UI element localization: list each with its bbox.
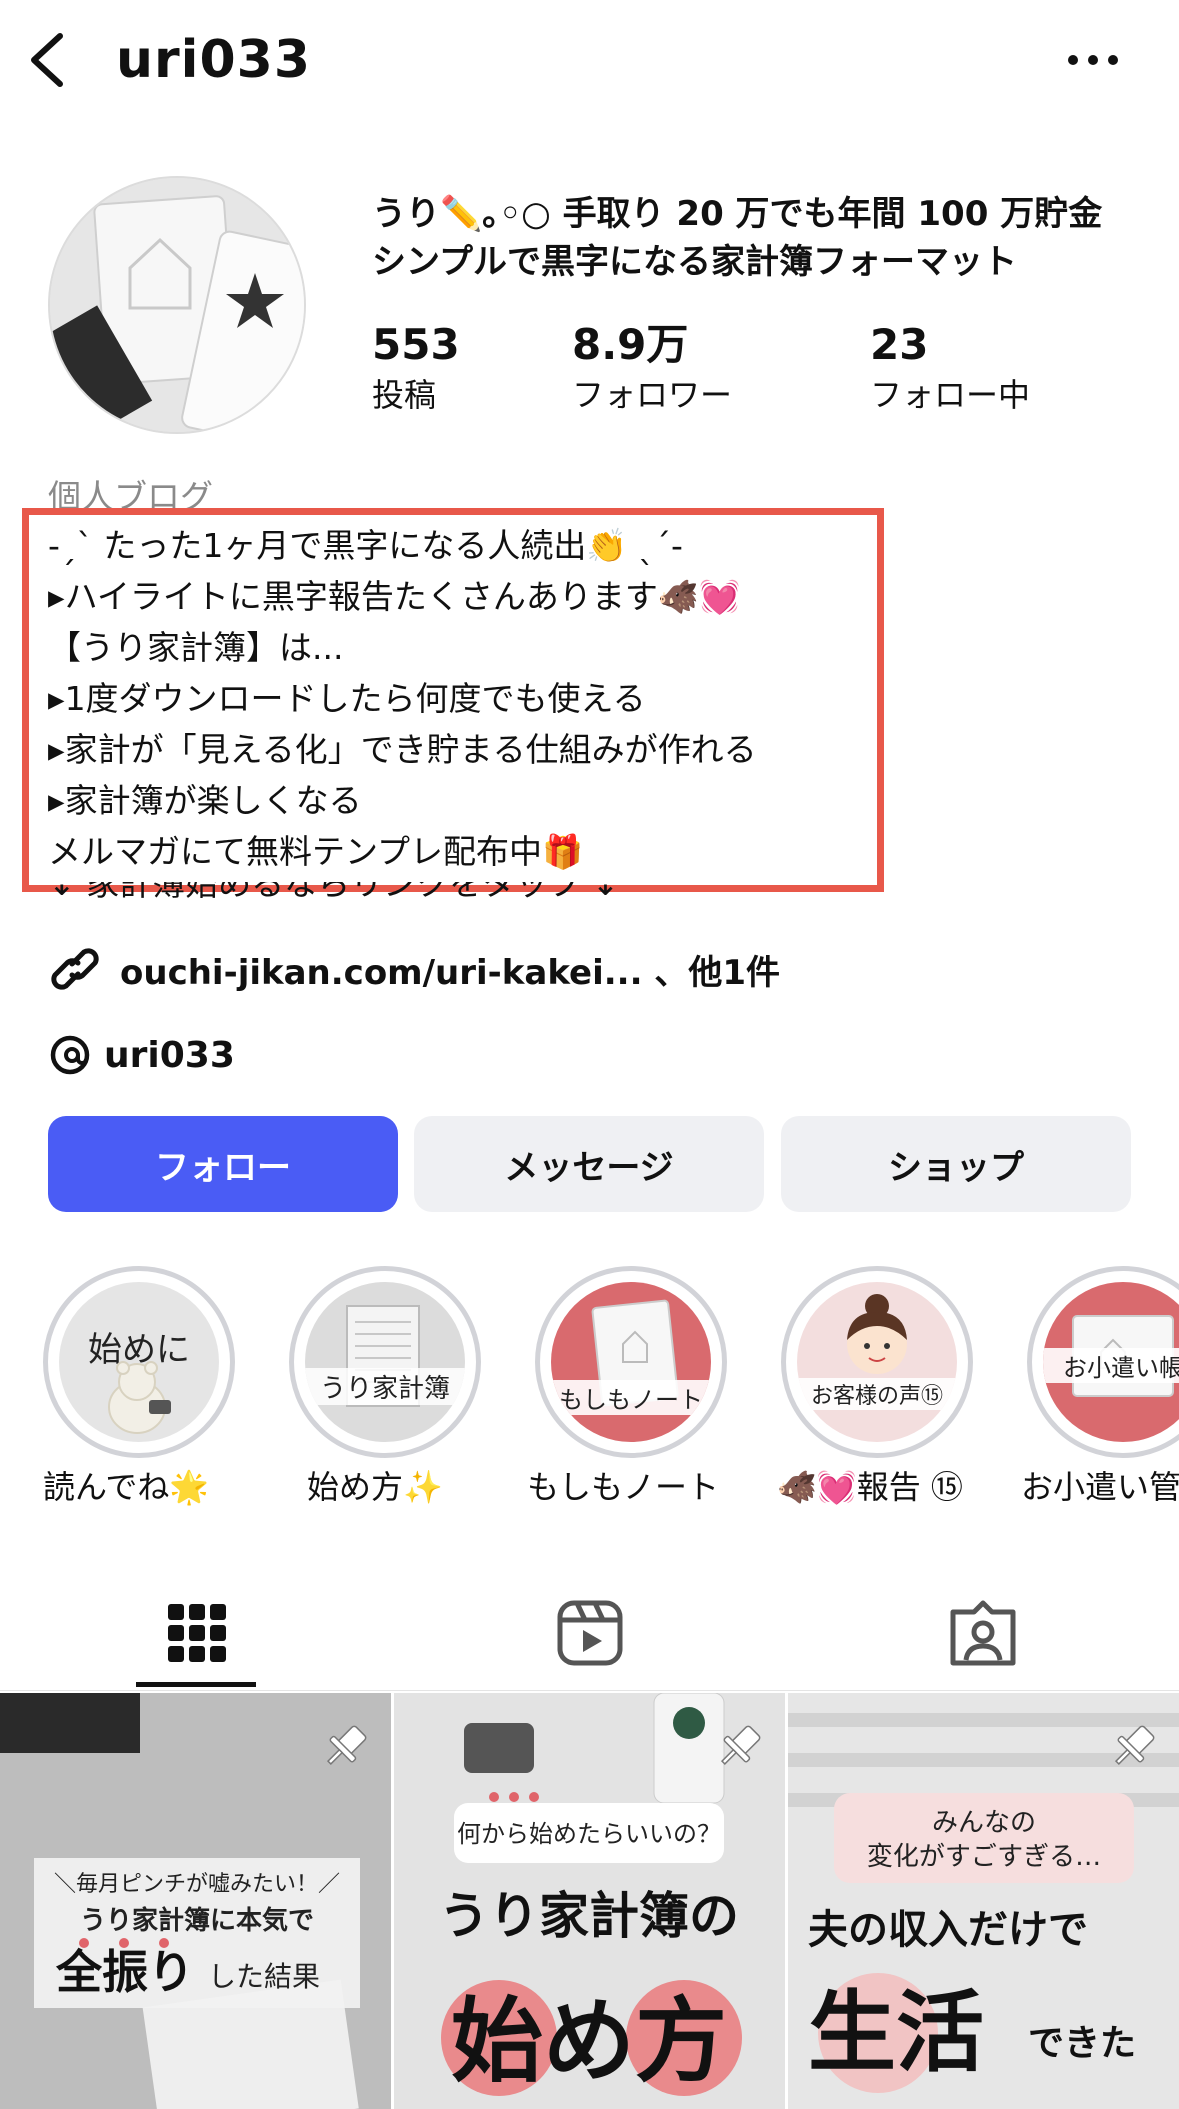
highlight-cover: お客様の声⑮	[797, 1282, 957, 1442]
highlight-label: お小遣い管	[1021, 1468, 1179, 1506]
girl-face-icon	[847, 1294, 907, 1374]
profile-link-text[interactable]: ouchi-jikan.com/uri-kakei... 、他1件	[120, 945, 780, 994]
highlight-item[interactable]: お客様の声⑮ 🐗💓報告 ⑮	[777, 1266, 973, 1506]
bio-line: ▸家計が「見える化」でき貯まる仕組みが作れる	[48, 730, 757, 769]
highlight-label: もしもノート	[527, 1468, 720, 1506]
top-bar: uri033	[0, 0, 1179, 120]
follow-button[interactable]: フォロー	[48, 1116, 398, 1212]
bear-figure-icon	[108, 1361, 171, 1434]
highlight-label: 始め方✨	[307, 1468, 443, 1506]
stat-posts-value: 553	[372, 320, 460, 369]
highlight-cover: お小遣い帳	[1043, 1282, 1179, 1442]
highlight-cover: もしもノート	[551, 1282, 711, 1442]
highlight-item[interactable]: うり家計簿 始め方✨	[289, 1266, 481, 1506]
post-text: できた	[1028, 2023, 1136, 2064]
tab-tagged[interactable]	[786, 1576, 1179, 1690]
post-thumbnail[interactable]: ＼毎月ピンチが嘘みたい！／ うり家計簿に本気で 全振り した結果	[0, 1693, 391, 2109]
profile-headline: うり✏️｡◦○ 手取り 20 万でも年間 100 万貯金 シンプルで黒字になる家…	[372, 190, 1112, 286]
bio-line: ▸家計簿が楽しくなる	[48, 781, 362, 820]
stat-posts-label: 投稿	[372, 376, 437, 414]
bio-line: ▸1度ダウンロードしたら何度でも使える	[48, 679, 646, 718]
more-options-icon[interactable]	[1065, 48, 1121, 72]
tabs-divider	[0, 1690, 1179, 1691]
highlight-ring: 始めに	[43, 1266, 235, 1458]
highlight-cover: 始めに	[59, 1282, 219, 1442]
post-text: 生活	[808, 1981, 984, 2084]
highlight-item[interactable]: お小遣い帳 お小遣い管	[1021, 1266, 1179, 1506]
profile-tabs	[0, 1576, 1179, 1690]
highlight-cover: うり家計簿	[305, 1282, 465, 1442]
headline-line-1: うり✏️｡◦○ 手取り 20 万でも年間 100 万貯金	[372, 194, 1103, 234]
highlight-ring: うり家計簿	[289, 1266, 481, 1458]
highlight-ring: もしもノート	[535, 1266, 727, 1458]
tab-reels[interactable]	[393, 1576, 786, 1690]
stat-followers-label: フォロワー	[572, 376, 733, 414]
post-text: 始め方	[451, 1988, 727, 2095]
post-text: みんなの	[932, 1808, 1036, 1838]
highlight-ring: お小遣い帳	[1027, 1266, 1179, 1458]
bio-line: -ˏˋ たった1ヶ月で黒字になる人続出👏 ˎˊ-	[48, 526, 683, 565]
link-icon	[51, 948, 99, 990]
highlight-item[interactable]: 始めに 読んでね🌟	[43, 1266, 235, 1506]
tab-grid[interactable]	[0, 1576, 393, 1690]
post-text: 夫の収入だけで	[808, 1907, 1088, 1953]
grid-icon	[167, 1604, 226, 1662]
post-text: うり家計簿の	[439, 1887, 739, 1945]
threads-badge[interactable]: uri033	[48, 1030, 235, 1080]
avatar-image	[50, 178, 304, 432]
message-button[interactable]: メッセージ	[414, 1116, 764, 1212]
bio-line: 【うり家計簿】は...	[48, 628, 344, 667]
bio-line: ▸ハイライトに黒字報告たくさんあります🐗💓	[48, 577, 741, 616]
pin-icon	[720, 1725, 761, 1766]
active-tab-indicator	[136, 1682, 256, 1687]
pin-icon	[326, 1725, 367, 1766]
bio-tail-text: ⇣ 家計簿始めるならリンクをタップ ⇣	[48, 882, 620, 903]
post-text: 変化がすごすぎる…	[867, 1842, 1101, 1872]
profile-bio: -ˏˋ たった1ヶ月で黒字になる人続出👏 ˎˊ- ▸ハイライトに黒字報告たくさん…	[48, 520, 757, 877]
bio-tail-line: ⇣ 家計簿始めるならリンクをタップ ⇣	[48, 882, 748, 906]
pin-icon	[1114, 1725, 1155, 1766]
notebook-icon	[346, 1305, 420, 1407]
post-text: うり家計簿に本気で	[80, 1905, 314, 1936]
post-thumbnail[interactable]: みんなの 変化がすごすぎる… 夫の収入だけで 生活 できた	[788, 1693, 1179, 2109]
stat-followers[interactable]: 8.9万 フォロワー	[572, 320, 732, 418]
stat-posts[interactable]: 553 投稿	[372, 320, 460, 418]
profile-username: uri033	[116, 30, 312, 90]
highlight-cover-text: お小遣い帳	[1043, 1348, 1179, 1383]
threads-handle: uri033	[104, 1034, 235, 1076]
highlight-cover-text: お客様の声⑮	[797, 1378, 957, 1410]
highlight-label: 読んでね🌟	[43, 1468, 210, 1506]
highlight-item[interactable]: もしもノート もしもノート	[527, 1266, 727, 1506]
tagged-person-icon	[950, 1600, 1015, 1666]
stat-followers-value: 8.9万	[572, 320, 689, 369]
highlight-cover-text: うり家計簿	[305, 1368, 465, 1405]
stat-following[interactable]: 23 フォロー中	[870, 320, 1030, 418]
highlight-label: 🐗💓報告 ⑮	[777, 1468, 963, 1506]
back-icon[interactable]	[24, 30, 74, 90]
profile-avatar[interactable]	[48, 176, 306, 434]
post-text: 何から始めたらいいの？	[457, 1820, 721, 1848]
post-text: 全振り	[55, 1945, 194, 1999]
headline-line-2: シンプルで黒字になる家計簿フォーマット	[372, 242, 1017, 282]
highlight-ring: お客様の声⑮	[781, 1266, 973, 1458]
post-text: ＼毎月ピンチが嘘みたい！／	[54, 1872, 340, 1897]
post-thumbnail[interactable]: 何から始めたらいいの？ うり家計簿の 始め方	[394, 1693, 785, 2109]
threads-icon	[50, 1035, 90, 1075]
post-text: した結果	[208, 1960, 320, 1993]
profile-link[interactable]: ouchi-jikan.com/uri-kakei... 、他1件	[48, 944, 780, 994]
bio-line: メルマガにて無料テンプレ配布中🎁	[48, 832, 584, 871]
stat-following-label: フォロー中	[870, 376, 1031, 414]
shop-button[interactable]: ショップ	[781, 1116, 1131, 1212]
stat-following-value: 23	[870, 320, 929, 369]
memo-note-icon	[591, 1299, 679, 1407]
highlight-cover-text: もしもノート	[551, 1380, 711, 1415]
reels-icon	[557, 1600, 622, 1666]
